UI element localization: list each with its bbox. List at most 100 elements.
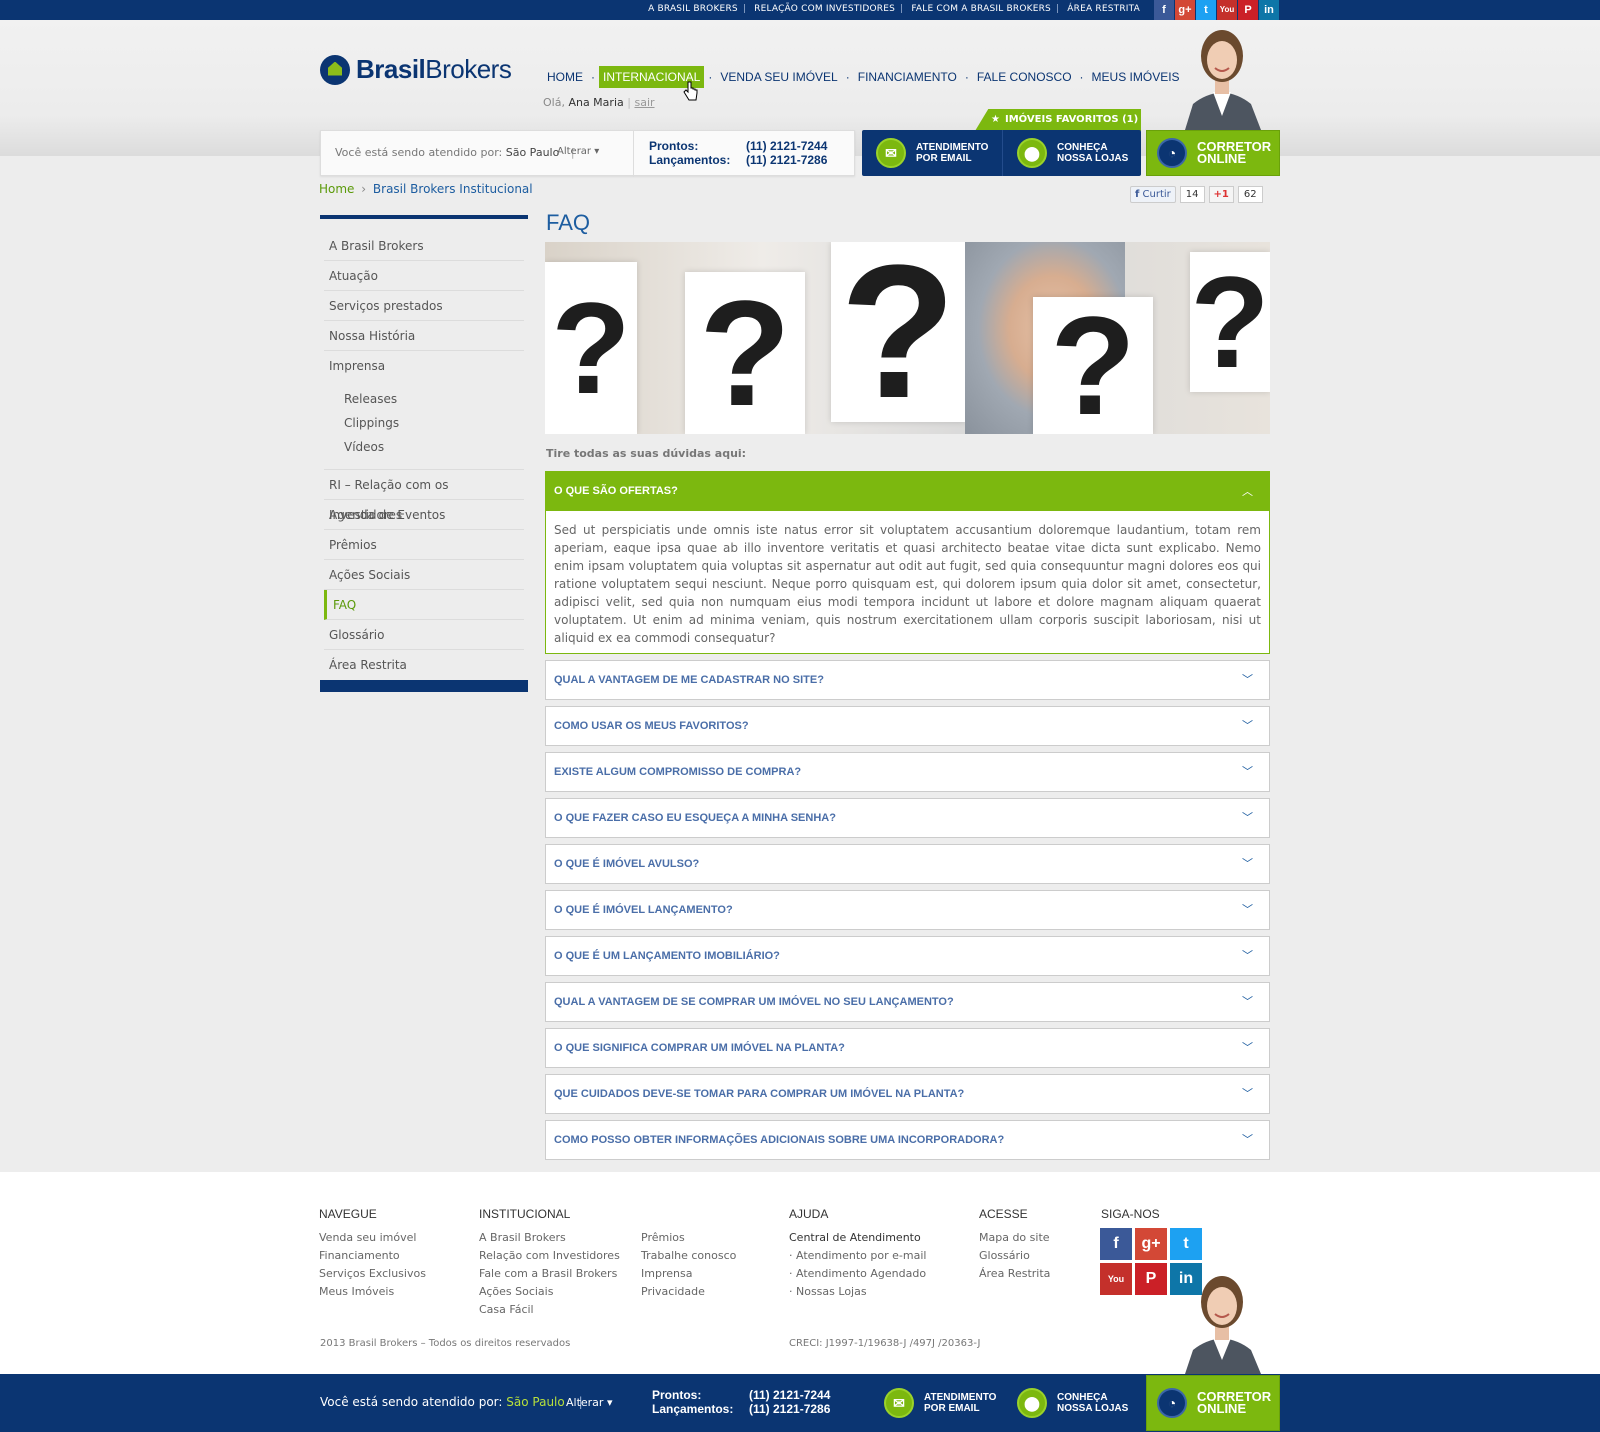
chevron-down-icon[interactable]: ﹀ [1242,1121,1253,1159]
email-service-button[interactable]: ✉ ATENDIMENTO POR EMAIL [876,130,988,176]
nav-venda-seu-imovel[interactable]: VENDA SEU IMÓVEL [716,66,841,88]
top-link-investors[interactable]: RELAÇÃO COM INVESTIDORES [754,4,895,14]
sidebar-item-acoes-sociais[interactable]: Ações Sociais [324,560,524,590]
faq-question[interactable]: O QUE FAZER CASO EU ESQUEÇA A MINHA SENH… [546,799,1269,837]
nav-meus-imoveis[interactable]: MEUS IMÓVEIS [1088,66,1184,88]
footer-link[interactable]: Casa Fácil [479,1301,620,1319]
footer-heading: NAVEGUE [319,1207,377,1221]
google-plus-icon[interactable]: g+ [1135,1228,1167,1260]
footer-link[interactable]: Imprensa [641,1265,736,1283]
faq-question[interactable]: EXISTE ALGUM COMPROMISSO DE COMPRA? [546,753,1269,791]
facebook-icon[interactable]: f [1154,0,1174,20]
logout-link[interactable]: sair [634,96,654,109]
faq-question[interactable]: COMO POSSO OBTER INFORMAÇÕES ADICIONAIS … [546,1121,1269,1159]
chevron-down-icon[interactable]: ﹀ [1242,1075,1253,1113]
footer-link[interactable]: Serviços Exclusivos [319,1265,426,1283]
faq-question[interactable]: O QUE É UM LANÇAMENTO IMOBILIÁRIO? [546,937,1269,975]
google-plus-icon[interactable]: g+ [1175,0,1195,20]
question-card-image: ? [545,262,637,434]
faq-question[interactable]: O QUE É IMÓVEL LANÇAMENTO? [546,891,1269,929]
chevron-down-icon[interactable]: ﹀ [1242,937,1253,975]
footer-link[interactable]: Ações Sociais [479,1283,620,1301]
sidebar-item-glossario[interactable]: Glossário [324,620,524,650]
nav-fale-conosco[interactable]: FALE CONOSCO [973,66,1076,88]
footer-link[interactable]: Meus Imóveis [319,1283,426,1301]
sidebar-sub-clippings[interactable]: Clippings [324,411,524,435]
footer-link[interactable]: Área Restrita [979,1265,1050,1283]
footer-link[interactable]: · Nossas Lojas [789,1283,926,1301]
breadcrumb-current[interactable]: Brasil Brokers Institucional [373,182,533,196]
bottom-change-city-dropdown[interactable]: Alterar ▾ [566,1396,612,1409]
question-card-image: ? [1190,249,1270,395]
faq-question[interactable]: COMO USAR OS MEUS FAVORITOS? [546,707,1269,745]
sidebar-item-a-brasil-brokers[interactable]: A Brasil Brokers [324,231,524,261]
sidebar-item-ri[interactable]: RI – Relação com os Investidores [324,470,524,522]
pinterest-icon[interactable]: P [1135,1263,1167,1295]
change-city-dropdown[interactable]: Alterar ▾ [557,146,599,157]
chevron-down-icon[interactable]: ﹀ [1242,799,1253,837]
footer-link[interactable]: · Atendimento Agendado [789,1265,926,1283]
footer-link[interactable]: Fale com a Brasil Brokers [479,1265,620,1283]
sidebar-sub-videos[interactable]: Vídeos [324,435,524,459]
footer-link[interactable]: Mapa do site [979,1229,1050,1247]
twitter-icon[interactable]: t [1196,0,1216,20]
top-link-brasil-brokers[interactable]: A BRASIL BROKERS [648,4,738,14]
nav-financiamento[interactable]: FINANCIAMENTO [854,66,961,88]
chevron-down-icon[interactable]: ﹀ [1242,707,1253,745]
footer-link[interactable]: Financiamento [319,1247,426,1265]
linkedin-icon[interactable]: in [1259,0,1279,20]
sidebar-item-atuacao[interactable]: Atuação [324,261,524,291]
footer-link[interactable]: Trabalhe conosco [641,1247,736,1265]
nav-home[interactable]: HOME [543,66,587,88]
sidebar-item-faq[interactable]: FAQ [324,590,524,620]
chevron-down-icon[interactable]: ﹀ [1242,845,1253,883]
footer-link[interactable]: Glossário [979,1247,1050,1265]
chevron-down-icon[interactable]: ﹀ [1242,983,1253,1021]
sidebar-item-historia[interactable]: Nossa História [324,321,524,351]
youtube-icon[interactable]: You [1100,1263,1132,1295]
footer-link[interactable]: Central de Atendimento [789,1229,926,1247]
breadcrumb-home[interactable]: Home [319,182,354,196]
faq-question[interactable]: O QUE É IMÓVEL AVULSO? [546,845,1269,883]
bottom-online-broker-button[interactable]: ◔ CORRETOR ONLINE [1146,1375,1280,1431]
change-label: Alterar [557,146,592,157]
sidebar-item-imprensa[interactable]: Imprensa [324,351,524,381]
youtube-icon[interactable]: You [1217,0,1237,20]
favorites-tab[interactable]: ★ IMÓVEIS FAVORITOS (1) [975,109,1141,131]
sidebar-item-agenda[interactable]: Agenda de Eventos [324,500,524,530]
brasil-brokers-logo[interactable]: BrasilBrokers [320,54,512,85]
online-broker-button[interactable]: ◔ CORRETOR ONLINE [1146,130,1280,176]
sidebar-item-servicos[interactable]: Serviços prestados [324,291,524,321]
footer-link[interactable]: Venda seu imóvel [319,1229,426,1247]
faq-question[interactable]: QUAL A VANTAGEM DE SE COMPRAR UM IMÓVEL … [546,983,1269,1021]
faq-question[interactable]: QUAL A VANTAGEM DE ME CADASTRAR NO SITE? [546,661,1269,699]
sidebar-item-area-restrita[interactable]: Área Restrita [324,650,524,680]
facebook-like-button[interactable]: f Curtir [1130,186,1176,203]
twitter-icon[interactable]: t [1170,1228,1202,1260]
google-plus-one-button[interactable]: +1 [1208,186,1234,203]
footer-link[interactable]: Relação com Investidores [479,1247,620,1265]
top-link-restricted[interactable]: ÁREA RESTRITA [1067,4,1140,14]
facebook-icon[interactable]: f [1100,1228,1132,1260]
stores-btn-line1: CONHEÇA [1057,142,1108,153]
bottom-stores-button[interactable]: ⬤ CONHEÇA NOSSA LOJAS [1017,1380,1128,1426]
faq-question[interactable]: O QUE SÃO OFERTAS? [546,472,1269,511]
footer-link[interactable]: · Atendimento por e-mail [789,1247,926,1265]
chevron-up-icon[interactable]: ︿ [1242,472,1253,511]
sidebar-item-premios[interactable]: Prêmios [324,530,524,560]
footer-link[interactable]: A Brasil Brokers [479,1229,620,1247]
footer-link[interactable]: Privacidade [641,1283,736,1301]
faq-item: O QUE É IMÓVEL AVULSO? ﹀ [545,844,1270,884]
bottom-email-service-button[interactable]: ✉ ATENDIMENTO POR EMAIL [884,1380,996,1426]
stores-button[interactable]: ⬤ CONHEÇA NOSSA LOJAS [1017,130,1128,176]
chevron-down-icon[interactable]: ﹀ [1242,661,1253,699]
footer-link[interactable]: Prêmios [641,1229,736,1247]
faq-question[interactable]: QUE CUIDADOS DEVE-SE TOMAR PARA COMPRAR … [546,1075,1269,1113]
chevron-down-icon[interactable]: ﹀ [1242,891,1253,929]
faq-question[interactable]: O QUE SIGNIFICA COMPRAR UM IMÓVEL NA PLA… [546,1029,1269,1067]
top-link-contact[interactable]: FALE COM A BRASIL BROKERS [911,4,1051,14]
chevron-down-icon[interactable]: ﹀ [1242,753,1253,791]
chevron-down-icon[interactable]: ﹀ [1242,1029,1253,1067]
pinterest-icon[interactable]: P [1238,0,1258,20]
sidebar-sub-releases[interactable]: Releases [324,387,524,411]
